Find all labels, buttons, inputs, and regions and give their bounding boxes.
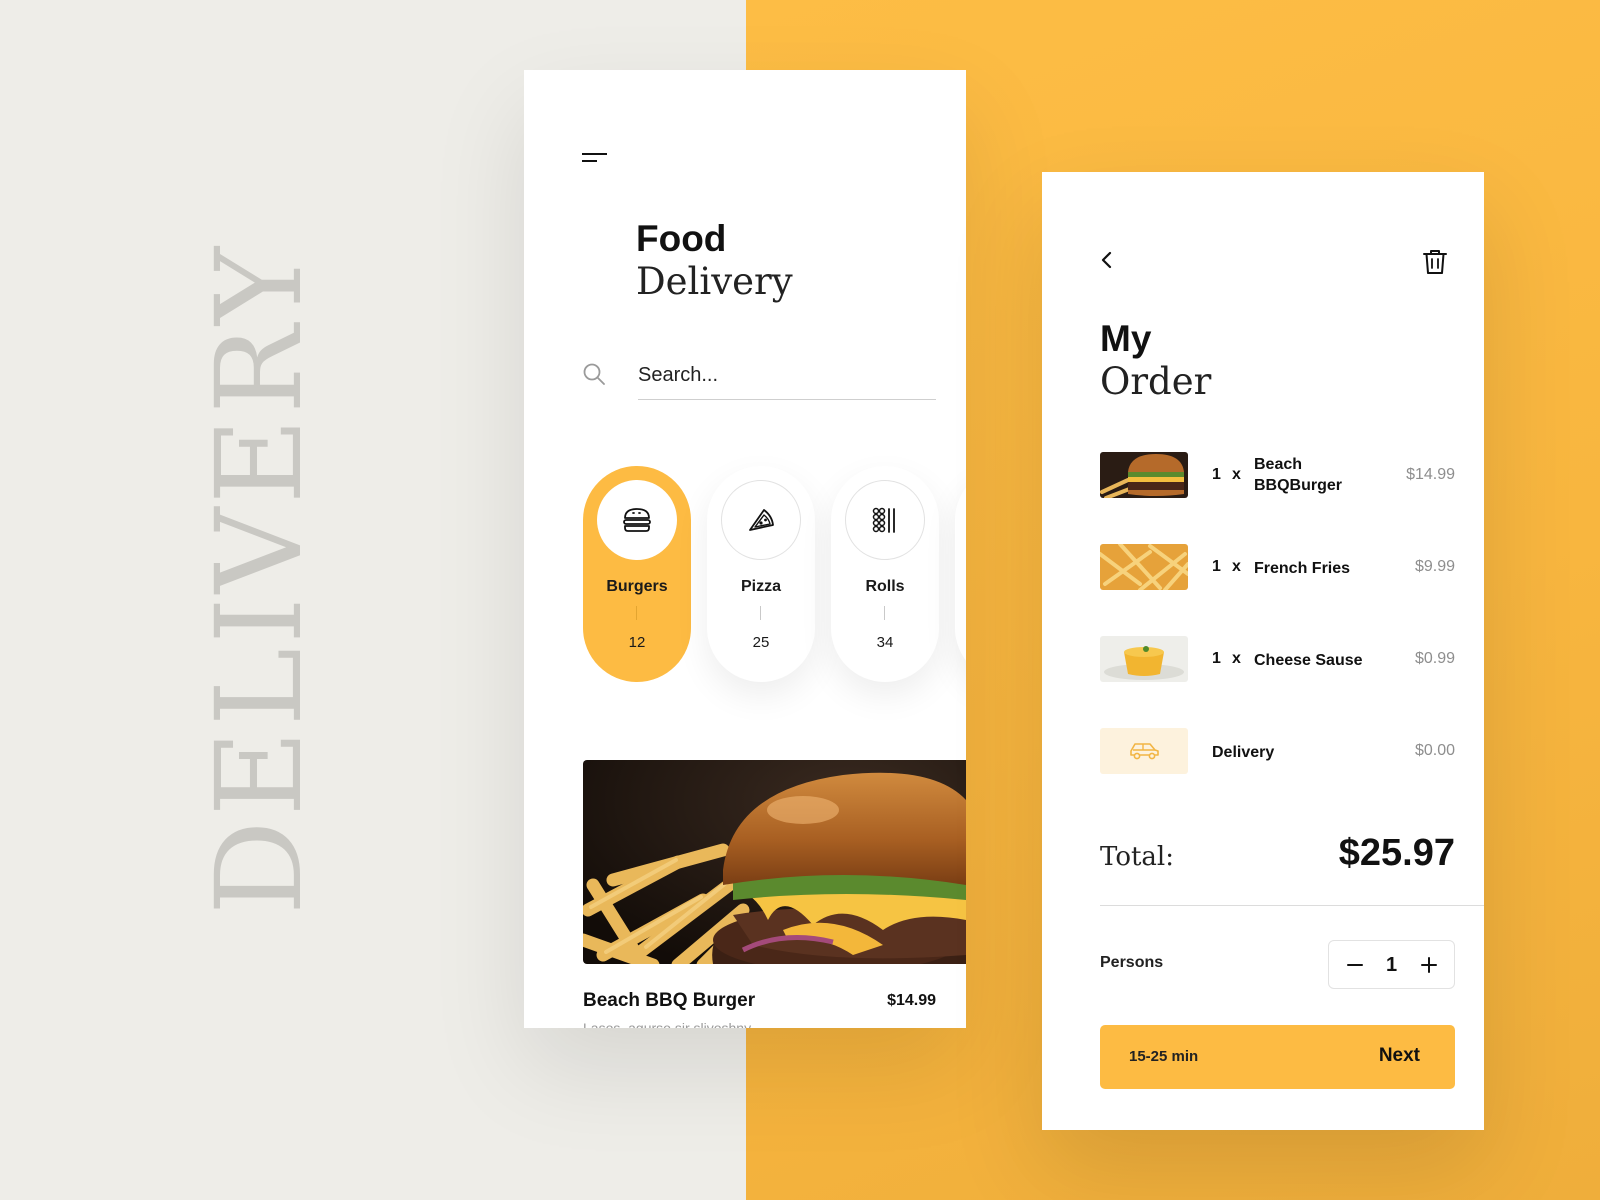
delivery-time: 15-25 min	[1129, 1048, 1199, 1065]
item-name: French Fries	[1254, 560, 1351, 577]
item-quantity: 1	[1212, 466, 1221, 483]
divider	[636, 606, 637, 620]
search-icon	[583, 363, 605, 385]
home-screen: Food Delivery Burgers 12	[524, 70, 966, 1028]
persons-stepper: 1	[1328, 940, 1455, 989]
category-label: Rolls	[865, 578, 905, 595]
cheese-sauce-thumbnail	[1100, 636, 1188, 682]
burger-thumbnail	[1100, 452, 1188, 498]
category-label: Burgers	[606, 578, 668, 595]
order-subtitle: Order	[1100, 360, 1212, 403]
search-input[interactable]	[638, 360, 936, 390]
category-burgers[interactable]: Burgers 12	[583, 466, 691, 682]
total-value: $25.97	[1338, 832, 1455, 874]
burger-icon-circle	[597, 480, 677, 560]
divider	[760, 606, 761, 620]
order-item[interactable]: 1 x French Fries $9.99	[1100, 544, 1455, 590]
featured-item-name[interactable]: Beach BBQ Burger	[583, 990, 755, 1012]
order-screen: My Order 1 x Beach BBQBurger $14.99 1 x …	[1042, 172, 1484, 1130]
plus-button[interactable]	[1418, 954, 1440, 976]
category-pizza[interactable]: Pizza 25	[707, 466, 815, 682]
order-title: My	[1100, 318, 1152, 359]
next-button[interactable]: 15-25 min Next	[1100, 1025, 1455, 1089]
category-count: 25	[752, 634, 770, 651]
item-price: $9.99	[1414, 558, 1455, 575]
times-sign: x	[1232, 558, 1241, 575]
rolls-icon	[872, 507, 895, 533]
item-price: $14.99	[1406, 466, 1455, 483]
rolls-icon-circle	[845, 480, 925, 560]
car-icon	[1130, 743, 1159, 760]
fries-thumbnail	[1100, 544, 1188, 590]
item-quantity: 1	[1212, 650, 1221, 667]
times-sign: x	[1232, 466, 1241, 483]
burger-photo	[583, 760, 966, 964]
total-label: Total:	[1100, 842, 1175, 872]
side-title: DELIVERY	[190, 242, 328, 915]
item-quantity: 1	[1212, 558, 1221, 575]
persons-label: Persons	[1100, 954, 1164, 971]
plus-icon	[1421, 957, 1437, 973]
delivery-label: Delivery	[1212, 744, 1275, 761]
menu-icon[interactable]	[582, 150, 608, 164]
category-label: Pizza	[740, 578, 781, 595]
divider	[1100, 905, 1484, 906]
order-item[interactable]: 1 x Beach BBQBurger $14.99	[1100, 452, 1455, 498]
delivery-price: $0.00	[1414, 742, 1455, 759]
delivery-thumbnail	[1100, 728, 1188, 774]
times-sign: x	[1232, 650, 1241, 667]
item-price: $0.99	[1414, 650, 1455, 667]
burger-icon	[623, 508, 651, 532]
order-item[interactable]: 1 x Cheese Sause $0.99	[1100, 636, 1455, 682]
item-name: Beach BBQBurger	[1254, 456, 1343, 494]
category-rolls[interactable]: Rolls 34	[831, 466, 939, 682]
category-count: 34	[876, 634, 894, 651]
trash-icon[interactable]	[1422, 248, 1448, 276]
page-subtitle: Delivery	[636, 260, 793, 303]
next-button-label: Next	[1378, 1045, 1420, 1066]
featured-item-description: Lasos, agurso sir slivoshny	[583, 1020, 752, 1028]
search-underline	[638, 399, 936, 400]
pizza-icon-circle	[721, 480, 801, 560]
category-count: 12	[628, 634, 646, 651]
chevron-left-icon[interactable]	[1099, 250, 1115, 270]
divider	[884, 606, 885, 620]
category-more[interactable]	[955, 466, 966, 682]
pizza-icon	[749, 509, 774, 531]
item-name: Cheese Sause	[1254, 652, 1363, 669]
featured-item-price: $14.99	[887, 992, 936, 1009]
featured-burger-image[interactable]	[583, 760, 966, 964]
delivery-item[interactable]: Delivery $0.00	[1100, 728, 1455, 774]
page-title: Food	[636, 218, 727, 259]
